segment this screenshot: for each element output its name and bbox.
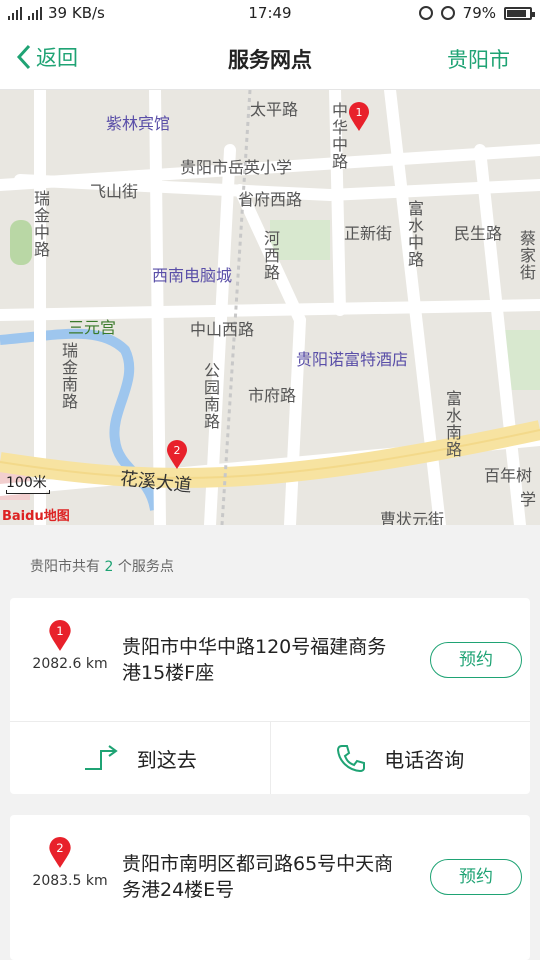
road-label-zhongshan: 中山西路 (190, 320, 255, 339)
road-label-fushui: 富水中路 (405, 200, 424, 268)
baidu-logo: Baidu地图 (2, 509, 70, 524)
status-right: 79% (418, 4, 535, 22)
poi-sanyuan[interactable]: 三元宫 (68, 314, 116, 338)
nav-bar: 返回 服务网点 贵阳市 (0, 28, 540, 90)
directions-label: 到这去 (136, 747, 197, 772)
map-scale-bar (6, 490, 50, 494)
map-pin-number: 2 (174, 444, 181, 457)
map-pin-icon: 2 (49, 837, 71, 868)
poi-xinan-mall[interactable]: 西南电脑城 (152, 262, 232, 286)
outlet-summary: 贵阳市共有 2 个服务点 (30, 556, 174, 576)
outlet-index: 1 (56, 624, 63, 638)
lock-rotation-icon (418, 6, 433, 20)
poi-yueying-school[interactable]: 贵阳市岳英小学 (180, 154, 292, 178)
poi-bainian: 百年树 (484, 466, 533, 485)
map-view[interactable]: 紫林宾馆 太平路 中华中路 贵阳市岳英小学 飞山街 省府西路 瑞金中路 正新街 … (0, 90, 540, 525)
road-label-taiping: 太平路 (250, 100, 299, 119)
poi-zilin-hotel[interactable]: 紫林宾馆 (106, 110, 170, 134)
book-button[interactable]: 预约 (430, 642, 522, 678)
outlet-address: 贵阳市南明区都司路65号中天商务港24楼E号 (122, 853, 394, 901)
road-label-shifu: 市府路 (248, 386, 297, 405)
map-pin-icon: 1 (49, 620, 71, 651)
summary-suffix: 个服务点 (117, 559, 174, 575)
status-bar: 39 KB/s 17:49 79% (0, 0, 540, 28)
road-label-gongyuan: 公园南路 (201, 362, 220, 430)
outlet-card: 2 2083.5 km 贵阳市南明区都司路65号中天商务港24楼E号 预约 (10, 815, 530, 960)
phone-icon (337, 745, 366, 773)
road-label-minsheng: 民生路 (454, 224, 503, 243)
poi-novotel[interactable]: 贵阳诺富特酒店 (296, 346, 408, 370)
road-label-hexi: 河西路 (261, 230, 280, 281)
call-button[interactable]: 电话咨询 (269, 722, 531, 794)
summary-count: 2 (104, 559, 114, 575)
road-label-ruijin: 瑞金中路 (31, 190, 50, 258)
outlet-address: 贵阳市中华中路120号福建商务港15楼F座 (122, 636, 387, 684)
summary-prefix: 贵阳市共有 (30, 559, 100, 575)
city-selector[interactable]: 贵阳市 (447, 44, 510, 74)
directions-button[interactable]: 到这去 (10, 722, 270, 794)
road-label-zhonghua: 中华中路 (329, 102, 348, 170)
outlet-distance: 2082.6 km (32, 656, 108, 672)
map-pin-icon[interactable]: 2 (166, 440, 188, 470)
alarm-icon (440, 6, 455, 20)
road-label-caozhuang: 曹状元街 (380, 510, 445, 525)
clock: 17:49 (248, 4, 292, 22)
outlet-distance: 2083.5 km (32, 873, 108, 889)
road-label-caijia: 蔡家街 (517, 230, 536, 281)
battery-icon (504, 6, 535, 20)
road-label-feishan: 飞山街 (90, 182, 139, 201)
poi-xue: 学 (520, 490, 537, 509)
map-scale-label: 100米 (6, 475, 47, 491)
road-label-zhengxin: 正新街 (344, 224, 393, 243)
road-label-shengfu: 省府西路 (238, 190, 303, 209)
book-button[interactable]: 预约 (430, 859, 522, 895)
outlet-index: 2 (56, 841, 63, 855)
road-label-fushuinan: 富水南路 (443, 390, 462, 458)
map-pin-icon[interactable]: 1 (348, 102, 370, 132)
outlet-card: 1 2082.6 km 贵阳市中华中路120号福建商务港15楼F座 预约 到这去… (10, 598, 530, 794)
road-label-ruijinnan: 瑞金南路 (59, 342, 78, 410)
map-pin-number: 1 (356, 106, 363, 119)
route-arrow-icon (84, 745, 118, 770)
outlet-actions: 到这去 电话咨询 (10, 721, 530, 794)
call-label: 电话咨询 (384, 747, 465, 772)
battery-percent: 79% (462, 4, 496, 22)
